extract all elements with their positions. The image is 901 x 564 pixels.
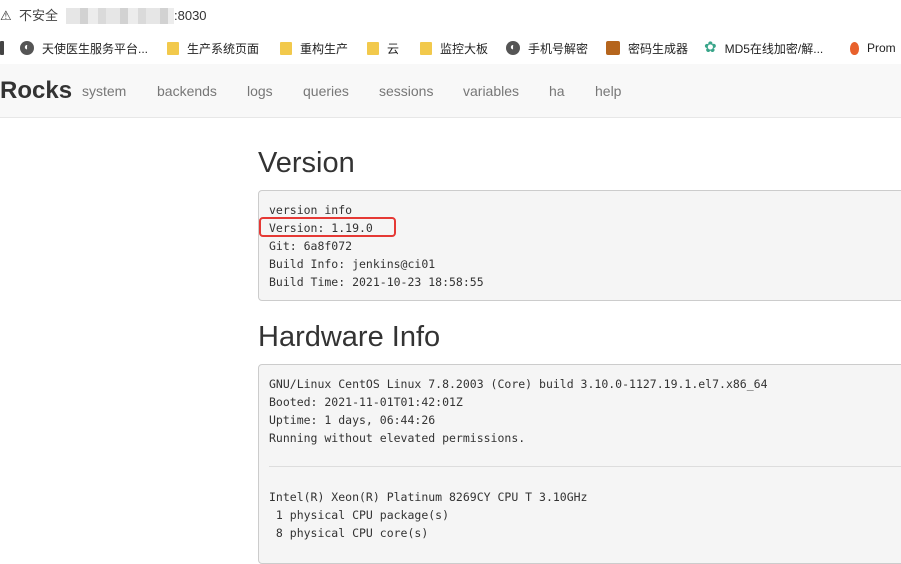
bookmark-monitor-board[interactable]: 监控大板	[420, 32, 488, 64]
bookmark-label: 监控大板	[440, 41, 489, 56]
flame-icon	[850, 41, 859, 55]
bookmark-label: 手机号解密	[528, 41, 589, 56]
bookmark-label: MD5在线加密/解...	[724, 41, 824, 56]
cpu-package-line: 1 physical CPU package(s)	[269, 508, 450, 522]
bookmark-label: 生产系统页面	[187, 41, 260, 56]
app-navbar: Rocks system backends logs queries sessi…	[0, 64, 901, 118]
url-redacted	[66, 8, 174, 24]
bookmark-tianshi[interactable]: ◐ 天使医生服务平台...	[20, 32, 148, 64]
build-time: Build Time: 2021-10-23 18:58:55	[269, 275, 484, 289]
security-label[interactable]: 不安全	[19, 8, 58, 24]
bookmark-phone-decrypt[interactable]: ◐ 手机号解密	[506, 32, 588, 64]
bookmark-label: 天使医生服务平台...	[42, 41, 149, 56]
brand-logo[interactable]: Rocks	[0, 76, 72, 106]
nav-logs[interactable]: logs	[247, 82, 273, 100]
hardware-panel: GNU/Linux CentOS Linux 7.8.2003 (Core) b…	[258, 364, 901, 564]
folder-icon	[420, 41, 432, 55]
version-highlight-box	[259, 217, 396, 237]
bookmarks-bar: ◐ 天使医生服务平台... 生产系统页面 重构生产 云 监控大板 ◐ 手机号解密…	[0, 32, 901, 64]
gear-icon: ✿	[704, 39, 717, 56]
apps-icon[interactable]	[0, 41, 4, 55]
permissions-line: Running without elevated permissions.	[269, 431, 526, 445]
bookmark-prom[interactable]: Prom	[850, 32, 896, 64]
bookmark-label: 云	[387, 41, 400, 56]
globe-icon: ◐	[506, 41, 520, 55]
key-icon	[606, 41, 620, 55]
bookmark-md5[interactable]: ✿ MD5在线加密/解...	[704, 32, 823, 64]
url-port[interactable]: :8030	[174, 8, 207, 24]
nav-system[interactable]: system	[82, 82, 126, 100]
nav-variables[interactable]: variables	[463, 82, 519, 100]
version-panel: version info Version: 1.19.0 Git: 6a8f07…	[258, 190, 901, 301]
bookmark-label: 重构生产	[300, 41, 349, 56]
build-info: Build Info: jenkins@ci01	[269, 257, 436, 271]
cpu-core-line: 8 physical CPU core(s)	[269, 526, 429, 540]
nav-help[interactable]: help	[595, 82, 621, 100]
bookmark-password-generator[interactable]: 密码生成器	[606, 32, 688, 64]
booted-line: Booted: 2021-11-01T01:42:01Z	[269, 395, 463, 409]
section-divider	[269, 466, 901, 467]
git-hash: Git: 6a8f072	[269, 239, 353, 253]
nav-sessions[interactable]: sessions	[379, 82, 433, 100]
bookmark-label: Prom	[867, 41, 896, 55]
bookmark-label: 密码生成器	[628, 41, 689, 56]
nav-queries[interactable]: queries	[303, 82, 349, 100]
bookmark-refactor-prod[interactable]: 重构生产	[280, 32, 348, 64]
folder-icon	[167, 41, 179, 55]
folder-icon	[280, 41, 292, 55]
nav-backends[interactable]: backends	[157, 82, 217, 100]
folder-icon	[367, 41, 379, 55]
os-line: GNU/Linux CentOS Linux 7.8.2003 (Core) b…	[269, 377, 768, 391]
version-heading: Version	[258, 147, 355, 179]
cpu-model-line: Intel(R) Xeon(R) Platinum 8269CY CPU T 3…	[269, 490, 588, 504]
uptime-line: Uptime: 1 days, 06:44:26	[269, 413, 436, 427]
address-bar[interactable]: ⚠ 不安全 :8030	[0, 0, 901, 32]
bookmark-cloud[interactable]: 云	[367, 32, 399, 64]
bookmark-prod-pages[interactable]: 生产系统页面	[167, 32, 259, 64]
hardware-heading: Hardware Info	[258, 321, 441, 353]
nav-ha[interactable]: ha	[549, 82, 565, 100]
warning-icon: ⚠	[0, 8, 12, 23]
globe-icon: ◐	[20, 41, 34, 55]
